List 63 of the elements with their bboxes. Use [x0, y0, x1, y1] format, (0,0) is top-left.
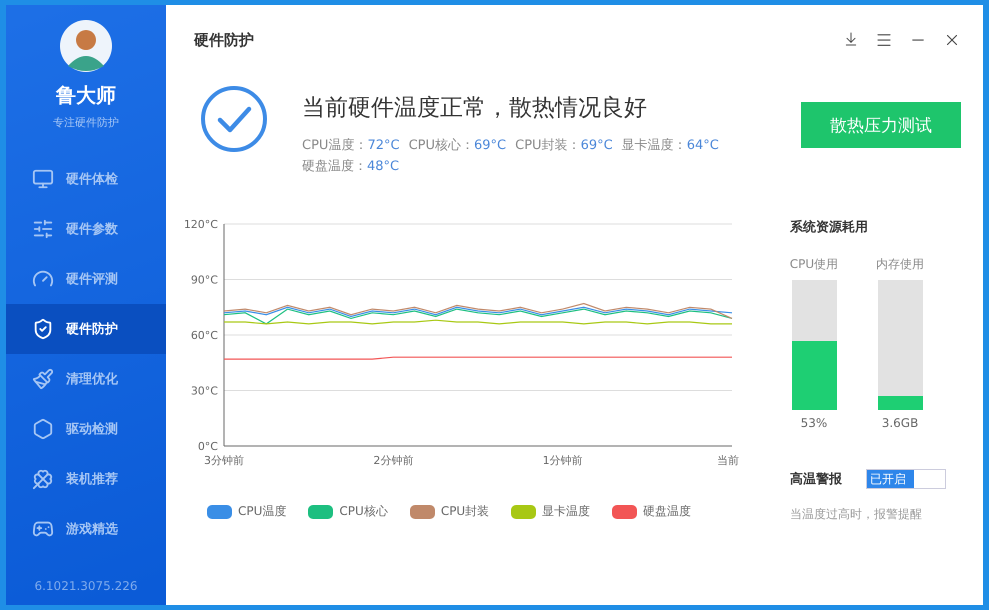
sidebar-item-label: 硬件体检	[66, 171, 118, 188]
check-circle-icon	[200, 85, 268, 153]
sliders-icon	[32, 218, 54, 240]
legend-swatch	[612, 504, 638, 518]
meter-label: CPU使用	[790, 256, 838, 273]
legend-label: 硬盘温度	[643, 503, 692, 520]
legend-swatch	[511, 504, 536, 518]
avatar	[60, 20, 112, 72]
legend-swatch	[308, 504, 334, 518]
section-title: 系统资源耗用	[790, 218, 869, 236]
alarm-label: 高温警报	[790, 470, 842, 488]
axis-label: 1分钟前	[542, 454, 583, 467]
temperature-reading: 显卡温度：64°C	[622, 137, 719, 155]
app-tagline: 专注硬件防护	[53, 115, 119, 130]
axis-label: 3分钟前	[204, 454, 244, 467]
sidebar-item[interactable]: 驱动检测	[6, 404, 166, 454]
temperature-reading: CPU核心：69°C	[408, 137, 506, 155]
sidebar-item-label: 硬件参数	[66, 221, 118, 238]
axis-label: 30°C	[190, 384, 218, 398]
monitor-icon	[32, 168, 54, 190]
legend-label: CPU温度	[238, 503, 286, 520]
sidebar-item-label: 硬件防护	[66, 320, 118, 338]
axis-label: 当前	[717, 454, 739, 467]
alarm-toggle[interactable]: 已开启	[866, 469, 946, 489]
page-title: 硬件防护	[194, 30, 254, 50]
version-text: 6.1021.3075.226	[34, 579, 138, 593]
brush-icon	[32, 368, 54, 390]
sidebar-item-label: 游戏精选	[66, 521, 118, 538]
sidebar-item[interactable]: 硬件参数	[6, 204, 166, 254]
legend-label: CPU核心	[339, 503, 388, 520]
hexagon-icon	[32, 418, 54, 440]
axis-label: 2分钟前	[373, 454, 414, 467]
temperature-reading: CPU温度：72°C	[302, 137, 400, 155]
legend-label: CPU封装	[440, 503, 490, 520]
axis-label: 0°C	[198, 440, 218, 453]
sidebar-item[interactable]: 游戏精选	[6, 504, 166, 554]
stress-test-button[interactable]: 散热压力测试	[801, 102, 961, 148]
sidebar-item[interactable]: 清理优化	[6, 354, 166, 404]
status-headline: 当前硬件温度正常，散热情况良好	[302, 94, 648, 123]
sidebar-item-label: 清理优化	[66, 371, 118, 388]
axis-label: 60°C	[190, 329, 218, 342]
meter-reading: 3.6GB	[882, 416, 918, 430]
legend-swatch	[410, 504, 435, 518]
meter-reading: 53%	[800, 416, 828, 430]
temperature-reading: 硬盘温度：48°C	[302, 158, 400, 176]
sidebar-item[interactable]: 硬件防护	[6, 304, 166, 354]
sidebar-item-label: 驱动检测	[66, 421, 118, 438]
sidebar-item-label: 装机推荐	[66, 471, 118, 488]
alarm-hint: 当温度过高时，报警提醒	[790, 506, 923, 523]
meter-label: 内存使用	[876, 256, 924, 273]
sidebar-item[interactable]: 硬件评测	[6, 254, 166, 304]
axis-label: 120°C	[184, 218, 218, 231]
sidebar-item[interactable]: 装机推荐	[6, 454, 166, 504]
legend-swatch	[207, 504, 232, 518]
app-name: 鲁大师	[56, 82, 116, 109]
sidebar-item-label: 硬件评测	[66, 271, 118, 288]
legend-label: 显卡温度	[542, 503, 590, 520]
clover-icon	[32, 468, 54, 490]
temperature-reading: CPU封装：69°C	[515, 137, 613, 155]
sidebar-item[interactable]: 硬件体检	[6, 154, 166, 204]
menu-icon[interactable]	[875, 31, 893, 49]
axis-label: 90°C	[190, 274, 218, 286]
shield-icon	[32, 318, 54, 340]
